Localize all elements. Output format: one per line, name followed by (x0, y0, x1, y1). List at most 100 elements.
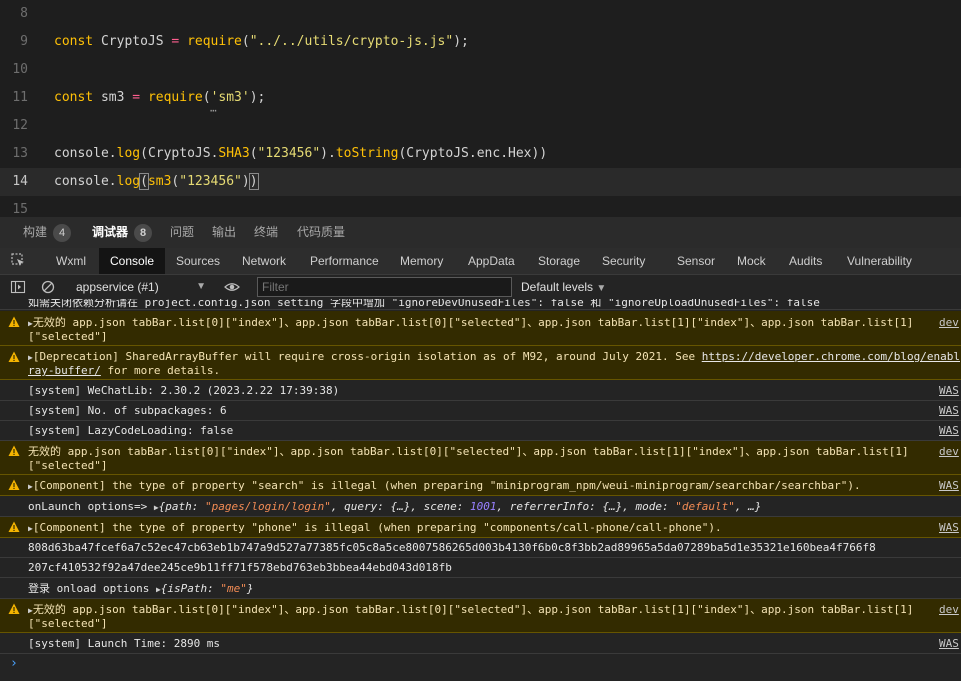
clear-console-icon[interactable] (40, 279, 56, 295)
tab-label: 问题 (170, 225, 195, 239)
tab-output[interactable]: 输出 (212, 217, 236, 248)
message-text: 808d63ba47fcef6a7c52ec47cb63eb1b747a9d52… (28, 541, 876, 554)
tab-sensor[interactable]: Sensor (667, 248, 725, 274)
console-warning[interactable]: ▶[Component] the type of property "phone… (0, 517, 961, 538)
message-text: 207cf410532f92a47dee245ce9b11ff71f578ebd… (28, 561, 452, 574)
levels-label: Default levels (521, 280, 594, 294)
tab-mock[interactable]: Mock (727, 248, 776, 274)
source-link[interactable]: WAS (939, 479, 961, 493)
message-text: for more details. (100, 364, 221, 377)
console-message: onLaunch options=> ▶{path: "pages/login/… (0, 496, 961, 517)
tab-label: 终端 (254, 225, 279, 239)
filter-input[interactable] (257, 277, 512, 297)
count-badge: 4 (53, 224, 72, 242)
console-message: [system] Launch Time: 2890 ms WAS (0, 633, 961, 654)
console-message: 808d63ba47fcef6a7c52ec47cb63eb1b747a9d52… (0, 538, 961, 558)
message-text-continued: ["selected"] (28, 330, 108, 343)
message-text: [Component] the type of property "search… (32, 479, 861, 492)
code-line[interactable]: 13 console.log(CryptoJS.SHA3("123456").t… (0, 140, 961, 168)
count-badge: 8 (134, 224, 153, 242)
code-editor[interactable]: 8 9 const CryptoJS = require("../../util… (0, 0, 961, 217)
warning-icon (8, 445, 20, 456)
warning-icon (8, 521, 20, 532)
tab-problems[interactable]: 问题 (170, 217, 194, 248)
tab-security[interactable]: Security (592, 248, 655, 274)
message-text: 登录 onload options (28, 582, 156, 595)
console-warning[interactable]: ▶无效的 app.json tabBar.list[0]["index"]、ap… (0, 599, 961, 633)
line-number: 9 (20, 34, 28, 49)
tab-terminal[interactable]: 终端 (254, 217, 278, 248)
source-link[interactable]: WAS (939, 521, 961, 535)
deprecation-link-continued[interactable]: ray-buffer/ (28, 364, 101, 377)
tab-storage[interactable]: Storage (528, 248, 590, 274)
dropdown-arrow-icon: ▼ (596, 283, 607, 294)
line-number: 13 (12, 146, 28, 161)
console-message: 207cf410532f92a47dee245ce9b11ff71f578ebd… (0, 558, 961, 578)
console-warning[interactable]: ▶[Deprecation] SharedArrayBuffer will re… (0, 346, 961, 380)
tab-label: 构建 (23, 225, 48, 239)
tab-label: 输出 (212, 225, 237, 239)
code-line[interactable]: 10 (0, 56, 961, 84)
object-preview[interactable]: {isPath: "me"} (161, 582, 254, 595)
message-text: [system] WeChatLib: 2.30.2 (2023.2.22 17… (28, 384, 340, 397)
eye-icon[interactable] (224, 279, 240, 295)
message-text: 如需关闭依赖分析请在 project.config.json setting 字… (28, 299, 820, 309)
code-line[interactable]: 12 (0, 112, 961, 140)
tab-build[interactable]: 构建 4 (23, 217, 72, 248)
message-text: [Component] the type of property "phone"… (32, 521, 722, 534)
warning-icon (8, 479, 20, 490)
console-prompt-icon[interactable]: › (10, 656, 18, 671)
code-line[interactable]: 15 (0, 196, 961, 217)
source-link[interactable]: dev (939, 316, 961, 330)
code-line[interactable]: 8 (0, 0, 961, 28)
message-text-continued: ["selected"] (28, 459, 108, 472)
line-number: 14 (12, 174, 28, 189)
console-output[interactable]: 如需关闭依赖分析请在 project.config.json setting 字… (0, 299, 961, 681)
warning-icon (8, 316, 20, 327)
source-link[interactable]: WAS (939, 637, 961, 651)
code-text: const CryptoJS = require("../../utils/cr… (54, 34, 469, 49)
message-text: 无效的 app.json tabBar.list[0]["index"]、app… (28, 445, 909, 458)
warning-icon (8, 351, 20, 362)
source-link[interactable]: WAS (939, 384, 961, 398)
console-warning[interactable]: ▶[Component] the type of property "searc… (0, 475, 961, 496)
code-line-current[interactable]: 14 console.log(sm3("123456")) (0, 168, 961, 196)
tab-console[interactable]: Console (99, 248, 166, 274)
tab-performance[interactable]: Performance (300, 248, 389, 274)
tab-appdata[interactable]: AppData (458, 248, 525, 274)
line-number: 10 (12, 62, 28, 77)
message-text: [system] LazyCodeLoading: false (28, 424, 234, 437)
sidebar-toggle-icon[interactable] (10, 279, 26, 295)
code-line[interactable]: 9 const CryptoJS = require("../../utils/… (0, 28, 961, 56)
dropdown-arrow-icon: ▼ (196, 281, 206, 292)
inspect-element-icon[interactable] (11, 253, 25, 267)
tab-debugger[interactable]: 调试器 8 (92, 217, 153, 248)
source-link[interactable]: dev (939, 445, 961, 459)
console-message: 登录 onload options ▶{isPath: "me"} (0, 578, 961, 599)
line-number: 11 (12, 90, 28, 105)
console-toolbar: appservice (#1) ▼ Default levels ▼ (0, 275, 961, 300)
tab-sources[interactable]: Sources (166, 248, 230, 274)
code-text: console.log(CryptoJS.SHA3("123456").toSt… (54, 146, 548, 161)
message-text: 无效的 app.json tabBar.list[0]["index"]、app… (32, 603, 914, 616)
message-text: 无效的 app.json tabBar.list[0]["index"]、app… (32, 316, 914, 329)
code-text: const sm3 = require('sm3'); (54, 90, 266, 105)
tab-wxml[interactable]: Wxml (46, 248, 96, 274)
context-selector[interactable]: appservice (#1) ▼ (76, 275, 206, 299)
message-text: [system] Launch Time: 2890 ms (28, 637, 221, 650)
tab-memory[interactable]: Memory (390, 248, 453, 274)
tab-audits[interactable]: Audits (779, 248, 832, 274)
tab-network[interactable]: Network (232, 248, 296, 274)
deprecation-link[interactable]: https://developer.chrome.com/blog/enabl (702, 350, 960, 363)
object-preview[interactable]: {path: "pages/login/login", query: {…}, … (159, 500, 762, 513)
source-link[interactable]: dev (939, 603, 961, 617)
log-levels-dropdown[interactable]: Default levels ▼ (521, 275, 606, 299)
tab-vulnerability[interactable]: Vulnerability (837, 248, 922, 274)
console-message: [system] LazyCodeLoading: false WAS (0, 421, 961, 441)
console-warning[interactable]: ▶无效的 app.json tabBar.list[0]["index"]、ap… (0, 311, 961, 346)
tab-code-quality[interactable]: 代码质量 (297, 217, 345, 248)
source-link[interactable]: WAS (939, 424, 961, 438)
source-link[interactable]: WAS (939, 404, 961, 418)
console-warning[interactable]: 无效的 app.json tabBar.list[0]["index"]、app… (0, 441, 961, 475)
code-line[interactable]: 11 const sm3 = require('sm3'); (0, 84, 961, 112)
